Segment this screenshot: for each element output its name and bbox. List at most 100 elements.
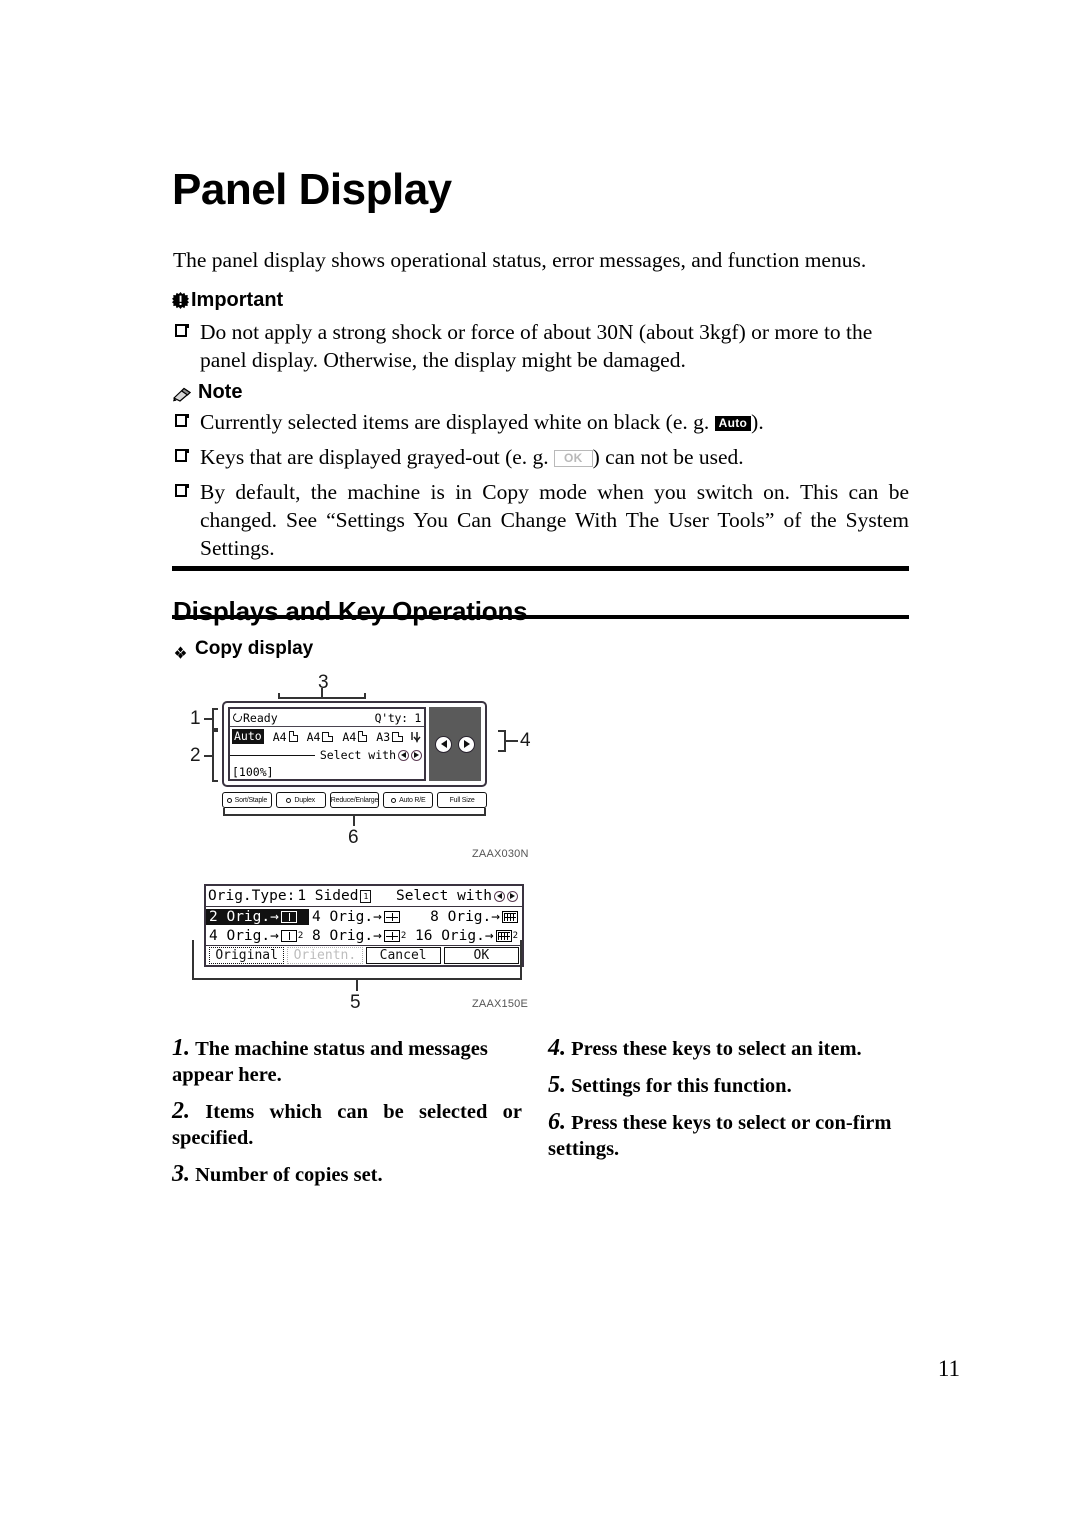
list-item: Currently selected items are displayed w… [173,408,909,436]
paper-option-auto[interactable]: Auto [232,729,264,744]
lcd-zoom-row: [100%] [230,764,424,780]
previous-item-key[interactable] [435,735,452,753]
select-with-group: Select with [396,888,518,904]
option-16-orig-duplex[interactable]: 16 Orig.→ 2 [412,928,522,944]
item-text: Settings for this function. [571,1075,792,1097]
note-item-text-after: ). [751,410,764,434]
callout-5-bracket-left [192,940,194,980]
callout-1-bracket [212,708,214,730]
figure-copy-display: 3 1 2 4 Ready Q'ty: 1 Auto A4 A4 A4 A3 S… [190,672,590,862]
callout-5: 5 [350,992,361,1013]
figure-1-id: ZAAX030N [472,848,529,860]
callout-3: 3 [318,672,329,693]
key-reduce-enlarge[interactable]: Reduce/Enlarge [329,792,380,808]
quantity-value: 1 [414,710,421,725]
two-sided-panel: Orig.Type: 1 Sided 1 Select with 2 Orig.… [204,884,524,967]
section-rule-bottom [172,615,909,619]
item-number: 3. [172,1161,190,1187]
key-duplex[interactable]: Duplex [275,792,326,808]
scroll-key-cluster [429,707,481,781]
note-item-text-after: ) can not be used. [592,445,744,469]
explanation-item-1: 1. The machine status and messages appea… [172,1035,522,1088]
combine-4-icon [383,910,400,923]
key-label: Sort/Staple [234,796,268,804]
explanation-item-3: 3. Number of copies set. [172,1161,522,1188]
select-with-label: Select with [319,748,396,762]
status-text: Ready [243,710,278,725]
item-number: 2. [172,1098,190,1124]
led-icon [226,797,232,803]
paper-option-a4-portrait-2[interactable]: A4 [342,729,368,744]
callout-2-stem [204,755,212,757]
item-text: Number of copies set. [195,1164,383,1186]
note-item-text: By default, the machine is in Copy mode … [200,480,909,560]
option-8-orig-duplex[interactable]: 8 Orig.→ 2 [309,928,412,944]
list-item: By default, the machine is in Copy mode … [173,478,909,562]
combine-4-duplex-icon [383,929,400,942]
landscape-sheet-icon [322,731,334,742]
page-title: Panel Display [172,165,452,215]
option-2-orig[interactable]: 2 Orig.→ [206,908,309,925]
next-item-key[interactable] [458,735,475,753]
explanation-column-left: 1. The machine status and messages appea… [172,1035,522,1198]
figure-two-sided-settings: Orig.Type: 1 Sided 1 Select with 2 Orig.… [190,880,590,1025]
orientation-button: Orientn. [287,947,363,964]
original-button[interactable]: Original [209,947,285,964]
important-item-text: Do not apply a strong shock or force of … [200,320,873,372]
important-list: Do not apply a strong shock or force of … [173,318,909,381]
callout-6: 6 [348,827,359,848]
key-sort-staple[interactable]: Sort/Staple [222,792,272,808]
key-auto-re[interactable]: Auto R/E [383,792,434,808]
key-full-size[interactable]: Full Size [437,792,487,808]
callout-5-stem [356,979,358,991]
lcd-screen: Ready Q'ty: 1 Auto A4 A4 A4 A3 Select wi… [228,707,426,781]
callout-2-tick-top [212,730,218,732]
figure-2-id: ZAAX150E [472,998,529,1010]
paper-option-a4-portrait-1[interactable]: A4 [273,730,298,744]
key-label: Auto R/E [399,796,426,804]
subheading-copy-display: Copy display [174,638,313,660]
cancel-button[interactable]: Cancel [365,947,441,964]
orig-type-value: 1 Sided [297,888,359,904]
duplex-subscript: 2 [512,930,518,941]
paper-option-a4-landscape[interactable]: A4 [307,730,334,744]
duplex-subscript: 2 [297,930,304,941]
bypass-tray-icon[interactable] [411,731,423,743]
panel2-button-row: Original Orientn. Cancel OK [206,945,522,965]
bullet-box-icon [175,324,189,337]
option-4-orig[interactable]: 4 Orig.→ [309,909,412,925]
panel2-header: Orig.Type: 1 Sided 1 Select with [206,886,522,907]
right-arrow-icon [507,890,518,902]
paper-label: A4 [342,729,357,744]
led-icon [286,797,292,803]
orig-type-group: Orig.Type: 1 Sided 1 [208,888,372,904]
callout-3-tick-right [364,693,366,699]
status-ready: Ready [231,710,278,725]
ok-chip-example: OK [554,450,593,467]
ok-button[interactable]: OK [443,947,519,964]
item-text: Items which can be selected or specified… [172,1101,522,1149]
paper-option-a3-landscape[interactable]: A3 [376,730,404,744]
explanation-item-2: 2. Items which can be selected or specif… [172,1098,522,1151]
key-label: Full Size [449,796,475,804]
note-heading: Note [172,381,242,404]
hint-left-arrow-icon [398,749,409,761]
callout-4-tick-bottom [498,750,506,752]
combine-2-icon [280,910,297,923]
led-icon [391,797,397,803]
item-text: The machine status and messages appear h… [172,1038,488,1086]
document-page: Panel Display The panel display shows op… [0,0,1080,1525]
section-title: Displays and Key Operations [173,595,528,626]
lcd-status-row: Ready Q'ty: 1 [230,709,424,726]
callout-1-stem [204,718,212,720]
note-list: Currently selected items are displayed w… [173,408,909,569]
lcd-paper-row: Auto A4 A4 A4 A3 [230,727,424,746]
option-8-orig[interactable]: 8 Orig.→ [412,909,522,925]
lcd-hint-row: Select with [230,747,424,763]
option-4-orig-duplex[interactable]: 4 Orig.→ 2 [206,928,309,944]
list-item: Keys that are displayed grayed-out (e. g… [173,443,909,471]
bullet-box-icon [175,484,189,497]
combine-2-duplex-icon [280,929,297,942]
item-text: Press these keys to select or con-firm s… [548,1112,892,1160]
callout-6-stem [353,815,355,826]
